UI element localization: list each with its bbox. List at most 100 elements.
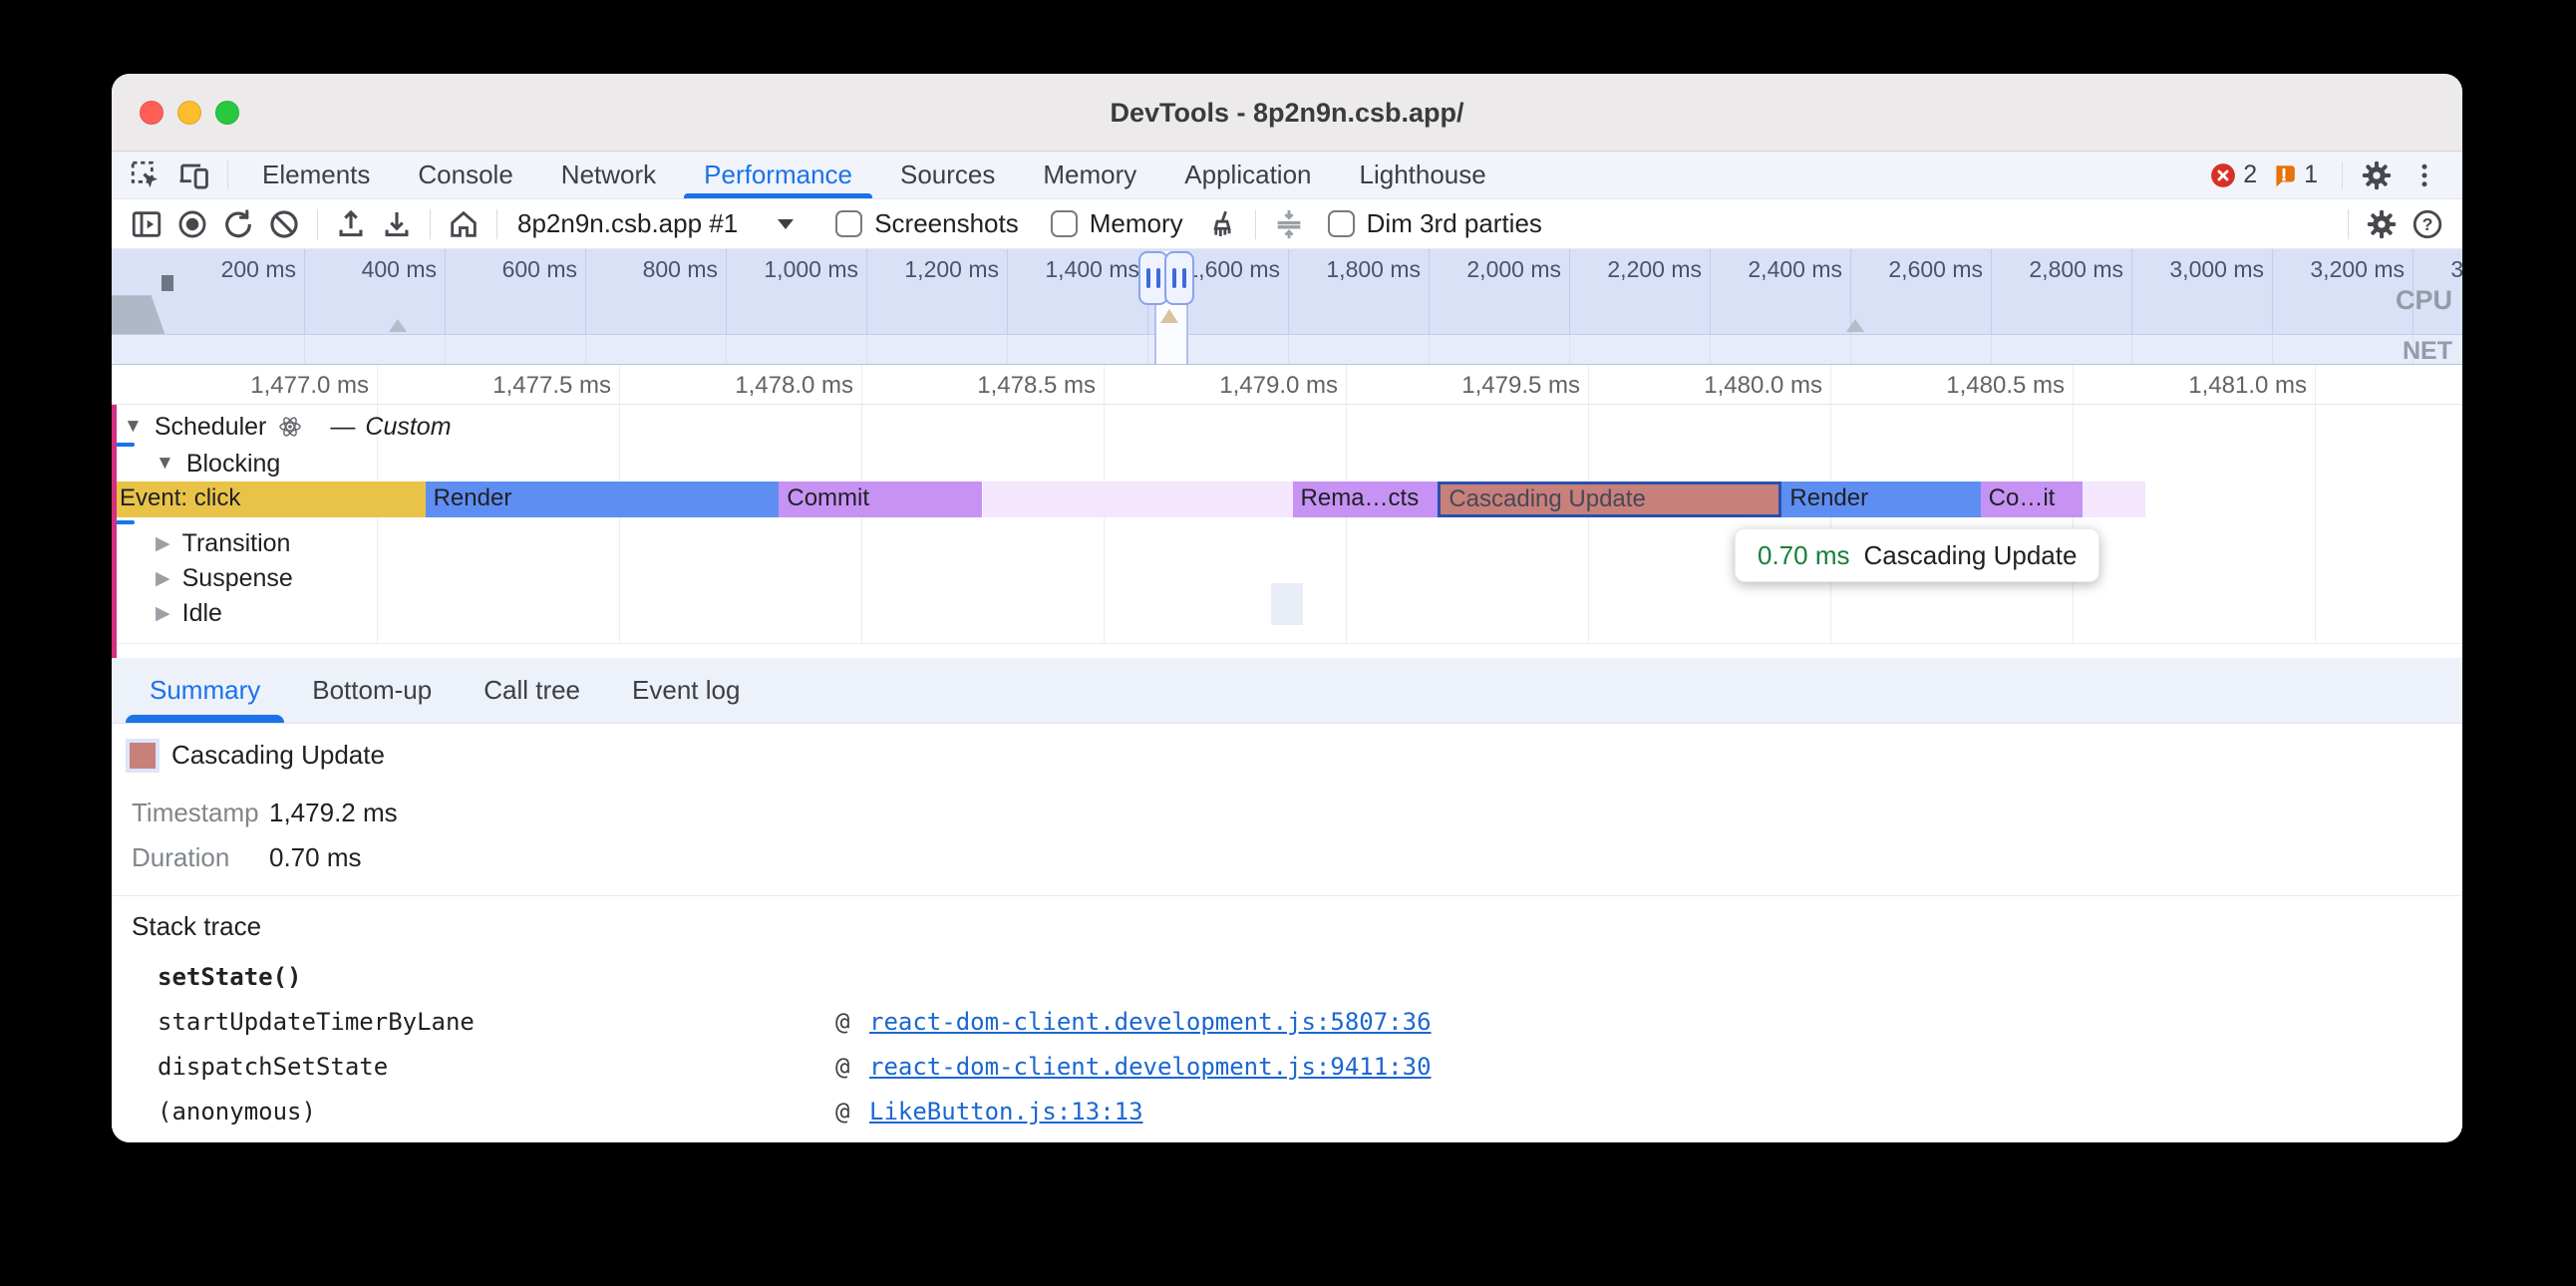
track-group-idle[interactable]: ▶ Idle <box>156 598 222 628</box>
bar-label: Co…it <box>1981 482 2083 515</box>
ruler-tick-label: 1,480.5 ms <box>1865 372 2065 400</box>
divider <box>2342 161 2343 189</box>
track-event-co-it[interactable]: Co…it <box>1981 482 2083 517</box>
tab-lighthouse[interactable]: Lighthouse <box>1336 152 1510 198</box>
triangle-right-icon[interactable]: ▶ <box>156 602 170 625</box>
upload-profile-icon[interactable] <box>328 202 374 246</box>
tab-memory[interactable]: Memory <box>1019 152 1160 198</box>
stack-frame: dispatchSetState@react-dom-client.develo… <box>112 1053 2462 1098</box>
tab-call-tree[interactable]: Call tree <box>458 658 606 723</box>
devtools-window: DevTools - 8p2n9n.csb.app/ Elements <box>112 74 2462 1142</box>
stack-trace-title: Stack trace <box>132 911 261 942</box>
triangle-right-icon[interactable]: ▶ <box>156 532 170 555</box>
issue-count[interactable]: 1 <box>2304 161 2318 189</box>
track-gridline <box>619 405 620 644</box>
tab-summary[interactable]: Summary <box>124 658 286 723</box>
overview-tick-label: 2,200 ms <box>1540 256 1702 283</box>
triangle-down-icon[interactable]: ▼ <box>124 416 143 438</box>
track-event-cascading-update[interactable]: Cascading Update <box>1438 482 1781 517</box>
tab-network[interactable]: Network <box>537 152 680 198</box>
settings-gear-icon[interactable] <box>2353 159 2401 192</box>
duration-value: 0.70 ms <box>269 842 362 873</box>
download-profile-icon[interactable] <box>374 202 420 246</box>
selection-event-marker <box>1160 309 1178 323</box>
stack-function-name: dispatchSetState <box>158 1053 388 1081</box>
track-group-transition[interactable]: ▶ Transition <box>156 528 290 558</box>
source-location-link[interactable]: react-dom-client.development.js:9411:30 <box>869 1053 1432 1081</box>
issues-badge-icon[interactable] <box>2271 162 2297 188</box>
divider <box>227 161 228 189</box>
help-icon[interactable]: ? <box>2405 202 2450 246</box>
error-badge-icon[interactable] <box>2210 162 2236 188</box>
overview-tick-label: 400 ms <box>275 256 437 283</box>
error-count[interactable]: 2 <box>2243 161 2257 189</box>
track-event-commit[interactable]: Commit <box>779 482 982 517</box>
triangle-down-icon[interactable]: ▼ <box>156 453 174 475</box>
tab-performance[interactable]: Performance <box>680 152 876 198</box>
timeline-overview[interactable]: 200 ms400 ms600 ms800 ms1,000 ms1,200 ms… <box>112 249 2462 365</box>
device-toolbar-icon[interactable] <box>169 152 217 198</box>
overview-tick-label: 3,000 ms <box>2102 256 2264 283</box>
history-dropdown[interactable]: 8p2n9n.csb.app #1 <box>517 208 809 239</box>
track-event-render[interactable]: Render <box>426 482 780 517</box>
divider <box>112 895 2462 896</box>
track-group-suspense[interactable]: ▶ Suspense <box>156 563 293 593</box>
collapse-sanity-icon[interactable] <box>1266 202 1312 246</box>
tab-sources[interactable]: Sources <box>876 152 1019 198</box>
network-lane <box>112 335 2462 364</box>
track-event-rema-cts[interactable]: Rema…cts <box>1293 482 1439 517</box>
tab-bottom-up[interactable]: Bottom-up <box>286 658 458 723</box>
track-group-blocking[interactable]: ▼ Blocking <box>156 449 280 479</box>
overview-tick-label: 1,800 ms <box>1259 256 1421 283</box>
ruler-tick-label: 1,479.5 ms <box>1381 372 1580 400</box>
track-event-event-click[interactable]: Event: click <box>112 482 426 517</box>
memory-checkbox[interactable]: Memory <box>1051 208 1183 239</box>
home-icon[interactable] <box>441 202 486 246</box>
garbage-collect-icon[interactable] <box>1199 202 1245 246</box>
clear-icon[interactable] <box>261 202 307 246</box>
triangle-right-icon[interactable]: ▶ <box>156 567 170 590</box>
overview-tick-label: 1,400 ms <box>978 256 1139 283</box>
selection-right-handle[interactable] <box>1164 251 1194 305</box>
record-icon[interactable] <box>169 202 215 246</box>
overview-tick-label: 2,600 ms <box>1821 256 1983 283</box>
stack-frame: (anonymous)@LikeButton.js:13:13 <box>112 1098 2462 1142</box>
tooltip-title: Cascading Update <box>1864 540 2078 571</box>
kebab-menu-icon[interactable] <box>2401 161 2448 190</box>
bar-label: Rema…cts <box>1293 482 1439 515</box>
toolbar-right-controls: ? <box>2338 200 2450 248</box>
checkbox-box[interactable] <box>835 210 862 237</box>
event-legend: Cascading Update <box>130 740 385 771</box>
overview-tick-label: 3,200 ms <box>2243 256 2405 283</box>
reload-record-icon[interactable] <box>215 202 261 246</box>
bar-label: Render <box>1781 482 1980 515</box>
tab-console[interactable]: Console <box>394 152 536 198</box>
event-name: Cascading Update <box>171 740 385 771</box>
source-location-link[interactable]: LikeButton.js:13:13 <box>869 1098 1143 1125</box>
capture-settings-gear-icon[interactable] <box>2359 202 2405 246</box>
checkbox-box[interactable] <box>1328 210 1355 237</box>
screenshots-checkbox[interactable]: Screenshots <box>835 208 1019 239</box>
group-label: Blocking <box>186 450 281 479</box>
track-event-segment[interactable] <box>983 482 1293 517</box>
track-kind-label: Custom <box>365 413 451 442</box>
ruler-tick-label: 1,479.0 ms <box>1138 372 1338 400</box>
checkbox-box[interactable] <box>1051 210 1078 237</box>
track-header-scheduler[interactable]: ▼ Scheduler — Custom <box>124 409 452 445</box>
track-area[interactable]: ▼ Scheduler — Custom ▼ Blocking <box>112 405 2462 658</box>
tab-elements[interactable]: Elements <box>238 152 394 198</box>
overview-tick-label: 600 ms <box>416 256 577 283</box>
track-dash: — <box>330 413 355 442</box>
source-location-link[interactable]: react-dom-client.development.js:5807:36 <box>869 1008 1432 1036</box>
toggle-sidebar-icon[interactable] <box>124 202 169 246</box>
dim-3rd-parties-checkbox[interactable]: Dim 3rd parties <box>1328 208 1542 239</box>
overview-tick-label: 1,200 ms <box>837 256 999 283</box>
ruler-gridline <box>861 365 862 404</box>
tab-event-log[interactable]: Event log <box>606 658 766 723</box>
duration-label: Duration <box>132 842 269 873</box>
track-event-segment[interactable] <box>2083 482 2145 517</box>
tab-application[interactable]: Application <box>1160 152 1335 198</box>
track-event-render[interactable]: Render <box>1781 482 1980 517</box>
desktop-background: DevTools - 8p2n9n.csb.app/ Elements <box>0 0 2576 1286</box>
inspect-element-icon[interactable] <box>122 152 169 198</box>
